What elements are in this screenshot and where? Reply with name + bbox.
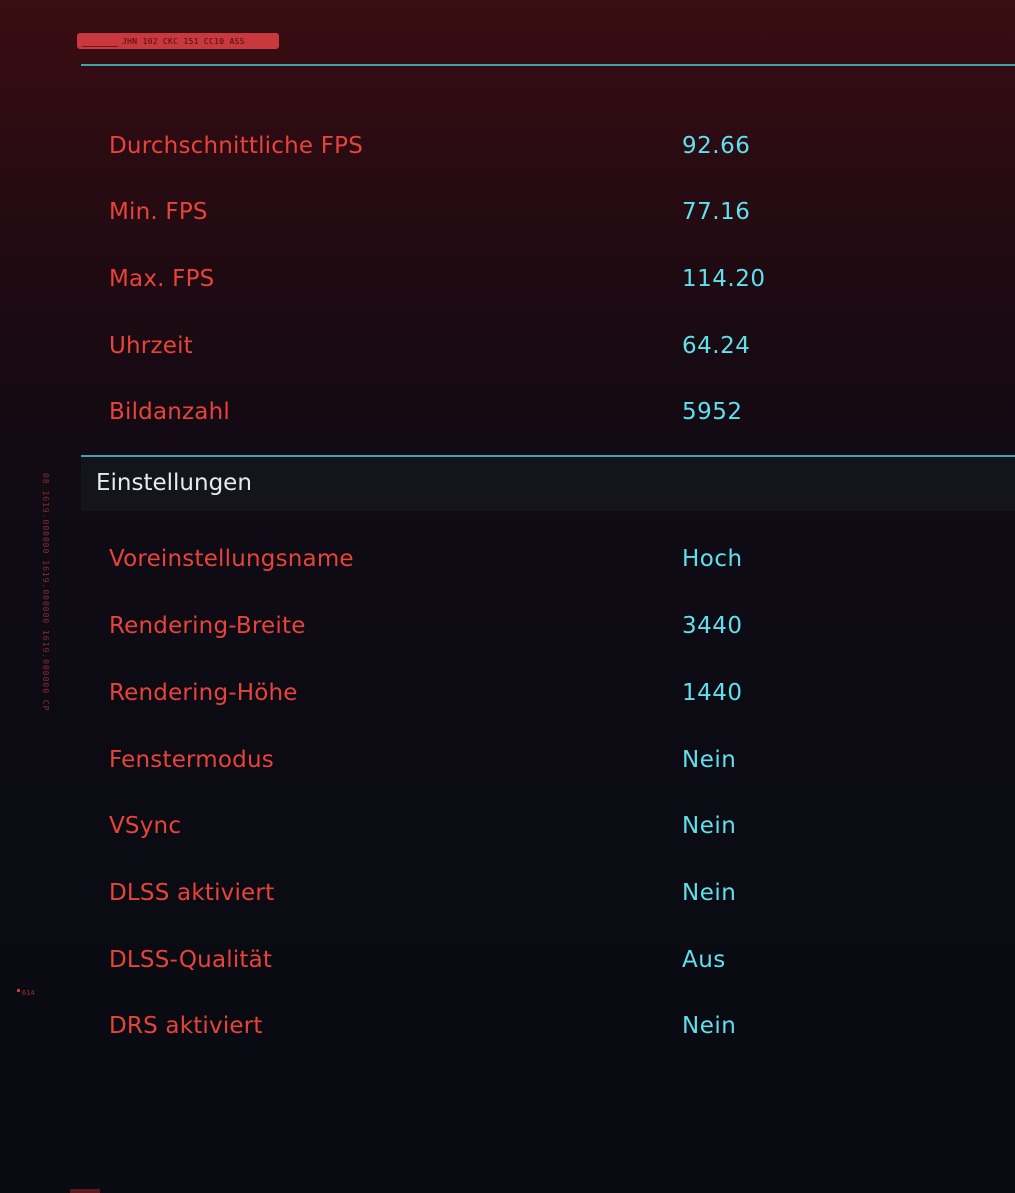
setting-label: Fenstermodus: [109, 747, 274, 773]
results-row-average-fps: Durchschnittliche FPS 92.66: [109, 130, 989, 162]
results-row-time: Uhrzeit 64.24: [109, 330, 989, 362]
stat-label: Durchschnittliche FPS: [109, 133, 364, 159]
settings-row-window-mode: Fenstermodus Nein: [109, 744, 989, 776]
settings-row-render-height: Rendering-Höhe 1440: [109, 677, 989, 709]
settings-row-preset-name: Voreinstellungsname Hoch: [109, 543, 989, 575]
stat-label: Max. FPS: [109, 266, 215, 292]
settings-row-dlss-enabled: DLSS aktiviert Nein: [109, 877, 989, 909]
side-code-text: 08 1619.000000 1619.000000 1619.000000 C…: [41, 473, 50, 712]
side-marker: 614: [17, 989, 35, 997]
settings-row-dlss-quality: DLSS-Qualität Aus: [109, 944, 989, 976]
stat-value: 92.66: [682, 133, 751, 159]
bottom-edge-marker: [70, 1189, 100, 1193]
code-tag-text: JHN 102 CKC 151 CC10 ASS: [122, 36, 245, 46]
stat-value: 77.16: [682, 199, 751, 225]
stat-value: 114.20: [682, 266, 766, 292]
setting-label: Voreinstellungsname: [109, 546, 354, 572]
setting-value: Nein: [682, 880, 737, 906]
setting-label: DRS aktiviert: [109, 1013, 263, 1039]
setting-label: DLSS-Qualität: [109, 947, 273, 973]
side-marker-text: 614: [22, 989, 35, 997]
stat-label: Uhrzeit: [109, 333, 193, 359]
setting-label: DLSS aktiviert: [109, 880, 275, 906]
setting-value: 3440: [682, 613, 743, 639]
setting-label: Rendering-Breite: [109, 613, 306, 639]
setting-value: 1440: [682, 680, 743, 706]
setting-value: Nein: [682, 1013, 737, 1039]
marker-dot-icon: [17, 989, 20, 992]
settings-row-vsync: VSync Nein: [109, 810, 989, 842]
setting-value: Nein: [682, 747, 737, 773]
setting-value: Nein: [682, 813, 737, 839]
section-title: Einstellungen: [96, 470, 252, 496]
setting-value: Hoch: [682, 546, 743, 572]
setting-label: VSync: [109, 813, 182, 839]
setting-label: Rendering-Höhe: [109, 680, 298, 706]
results-row-max-fps: Max. FPS 114.20: [109, 263, 989, 295]
setting-value: Aus: [682, 947, 726, 973]
stat-value: 5952: [682, 399, 743, 425]
tag-underline-decoration: [82, 41, 118, 47]
stat-value: 64.24: [682, 333, 751, 359]
top-divider: [81, 64, 1015, 66]
code-tag: JHN 102 CKC 151 CC10 ASS: [77, 33, 279, 49]
stat-label: Min. FPS: [109, 199, 208, 225]
stat-label: Bildanzahl: [109, 399, 230, 425]
settings-header: Einstellungen: [81, 457, 1015, 511]
settings-row-render-width: Rendering-Breite 3440: [109, 610, 989, 642]
results-row-frame-count: Bildanzahl 5952: [109, 396, 989, 428]
results-row-min-fps: Min. FPS 77.16: [109, 196, 989, 228]
settings-row-drs-enabled: DRS aktiviert Nein: [109, 1010, 989, 1042]
